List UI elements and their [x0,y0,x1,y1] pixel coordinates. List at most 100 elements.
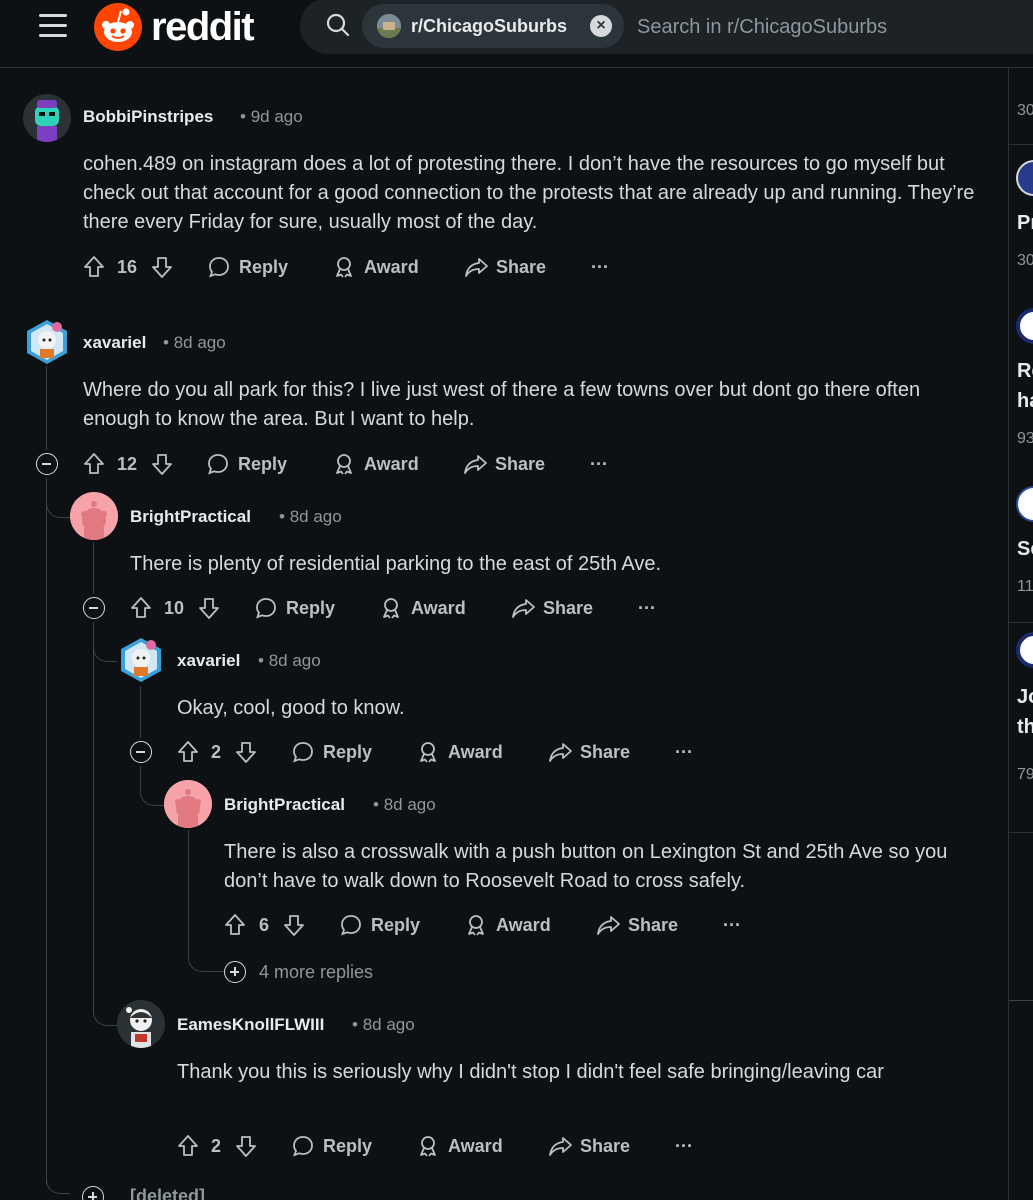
upvote-icon[interactable] [83,252,107,282]
avatar[interactable] [23,318,71,366]
divider [1009,144,1033,145]
reply-label: Reply [323,742,373,762]
more-options-icon[interactable]: ··· [590,449,608,479]
comment-timestamp: • 8d ago [163,333,226,352]
expand-thread-button[interactable] [82,1186,104,1200]
comment-username[interactable]: BrightPractical [130,507,251,527]
reply-button[interactable]: Reply [206,449,296,479]
sidebar-item-title[interactable]: ha [1017,390,1033,413]
share-button[interactable]: Share [548,737,648,767]
comment-age: 8d ago [173,333,226,352]
award-icon [420,1136,436,1157]
share-button[interactable]: Share [463,449,563,479]
sidebar-thumbnail[interactable] [1016,632,1033,668]
search-bar[interactable]: r/ChicagoSuburbs × [300,0,1033,54]
reply-button[interactable]: Reply [254,593,344,623]
downvote-icon[interactable] [151,252,175,282]
subreddit-filter-chip[interactable]: r/ChicagoSuburbs × [362,4,624,48]
comment-timestamp: • 8d ago [279,507,342,526]
vote-count: 6 [259,915,270,935]
downvote-icon[interactable] [235,737,259,767]
sidebar-item-title[interactable]: Re [1017,360,1033,383]
comment-age: 8d ago [268,651,321,670]
avatar[interactable] [164,780,212,828]
close-icon[interactable]: × [590,15,612,37]
comment-username[interactable]: BrightPractical [224,795,345,815]
more-options-icon[interactable]: ··· [723,910,741,940]
award-button[interactable]: Award [416,737,516,767]
upvote-icon[interactable] [177,1131,201,1161]
vote-count: 2 [211,1136,222,1156]
award-icon [336,454,352,475]
sidebar-thumbnail[interactable] [1016,160,1033,196]
award-button[interactable]: Award [379,593,479,623]
share-icon [549,1137,572,1156]
share-button[interactable]: Share [596,910,696,940]
subreddit-chip-label: r/ChicagoSuburbs [411,16,568,36]
more-options-icon[interactable]: ··· [675,737,693,767]
comment-age: 8d ago [383,795,436,814]
share-icon [597,916,620,935]
menu-icon[interactable] [39,14,67,38]
reply-button[interactable]: Reply [339,910,429,940]
more-replies-link[interactable]: 4 more replies [259,962,373,983]
avatar[interactable] [23,94,71,142]
award-button[interactable]: Award [332,449,432,479]
comment-actions: 10 Reply Award Share ··· [130,593,670,623]
award-button[interactable]: Award [332,252,432,282]
divider [1009,1000,1033,1001]
share-label: Share [543,598,594,618]
sidebar-thumbnail[interactable] [1016,486,1033,522]
comment-timestamp: • 8d ago [258,651,321,670]
thread-connector [46,1160,70,1194]
upvote-icon[interactable] [130,593,154,623]
downvote-icon[interactable] [151,449,175,479]
sidebar-item-title[interactable]: Jo [1017,686,1033,709]
reply-button[interactable]: Reply [291,1131,381,1161]
downvote-icon[interactable] [235,1131,259,1161]
sidebar-item-title[interactable]: th [1017,716,1033,739]
comment-username[interactable]: BobbiPinstripes [83,107,213,127]
collapse-thread-button[interactable] [130,741,152,763]
upvote-icon[interactable] [177,737,201,767]
avatar[interactable] [70,492,118,540]
more-options-icon[interactable]: ··· [675,1131,693,1161]
upvote-icon[interactable] [224,910,248,940]
award-label: Award [364,257,419,277]
award-button[interactable]: Award [416,1131,516,1161]
comment-username[interactable]: xavariel [177,651,240,671]
vote-count: 10 [164,598,185,618]
thread-line [188,830,189,930]
comment-actions: 2 Reply Award Share ··· [177,1131,717,1161]
collapse-thread-button[interactable] [83,597,105,619]
share-button[interactable]: Share [511,593,611,623]
reddit-wordmark[interactable]: reddit [151,1,255,53]
award-label: Award [496,915,551,935]
collapse-thread-button[interactable] [36,453,58,475]
comment-body: cohen.489 on instagram does a lot of pro… [83,153,975,233]
downvote-icon[interactable] [283,910,307,940]
sidebar-thumbnail[interactable] [1016,308,1033,344]
share-button[interactable]: Share [548,1131,648,1161]
avatar[interactable] [117,1000,165,1048]
downvote-icon[interactable] [198,593,222,623]
award-button[interactable]: Award [464,910,564,940]
more-options-icon[interactable]: ··· [591,252,609,282]
more-options-icon[interactable]: ··· [638,593,656,623]
reply-button[interactable]: Reply [291,737,381,767]
thread-connector [188,930,224,972]
reply-label: Reply [286,598,336,618]
share-label: Share [580,1136,631,1156]
comment-body: There is plenty of residential parking t… [130,553,662,575]
share-button[interactable]: Share [464,252,564,282]
reply-button[interactable]: Reply [207,252,297,282]
comment-username[interactable]: xavariel [83,333,146,353]
comment-username[interactable]: EamesKnollFLWIII [177,1015,324,1035]
sidebar-item-title[interactable]: Pr [1017,212,1033,235]
search-input[interactable] [637,12,1017,42]
expand-replies-button[interactable] [224,961,246,983]
reddit-logo-icon[interactable] [94,3,142,51]
sidebar-item-title[interactable]: Sc [1017,538,1033,561]
upvote-icon[interactable] [83,449,107,479]
avatar[interactable] [117,636,165,684]
